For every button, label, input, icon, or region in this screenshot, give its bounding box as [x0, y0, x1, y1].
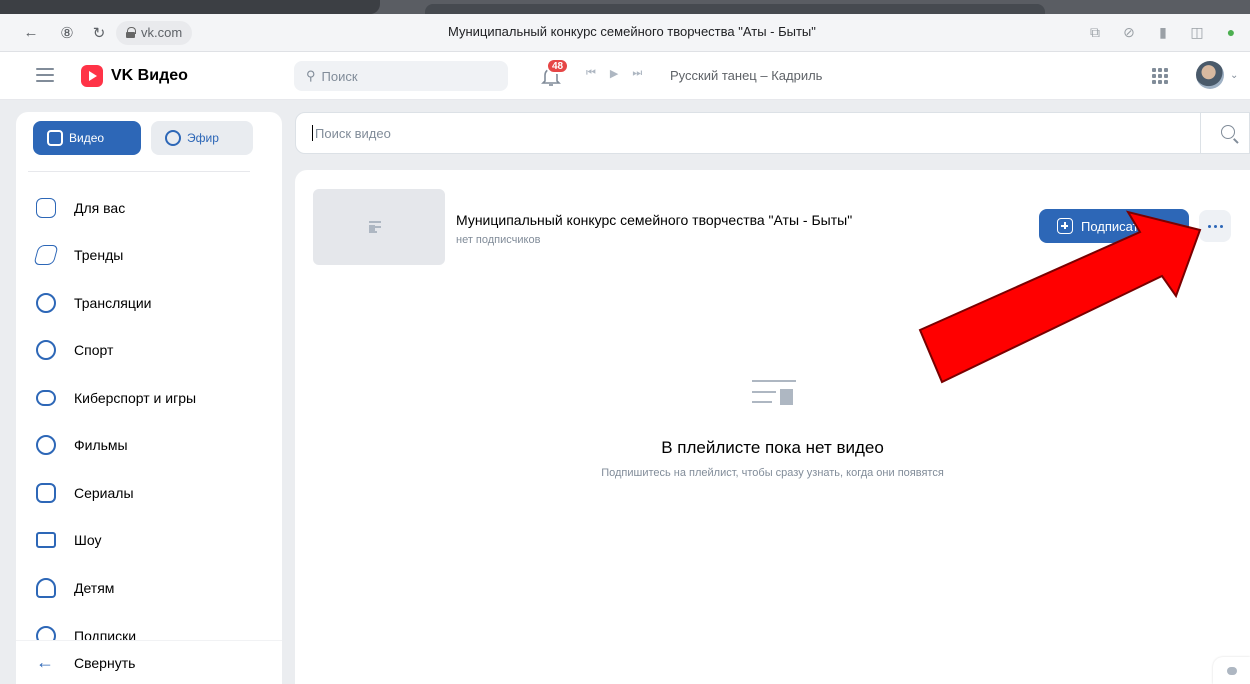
sidebar-item-kids[interactable]: Детям: [16, 564, 282, 612]
sidebar-item-esports[interactable]: Киберспорт и игры: [16, 374, 282, 422]
sidebar-item-label: Фильмы: [74, 437, 128, 454]
bookmark-icon[interactable]: ▮: [1152, 21, 1174, 43]
browser-shield-icon[interactable]: ⑧: [56, 22, 78, 44]
sidebar-item-subscriptions[interactable]: Подписки: [16, 612, 282, 640]
sidebar-item-label: Спорт: [74, 342, 114, 359]
avatar[interactable]: [1196, 61, 1224, 89]
play-icon[interactable]: ▶: [610, 67, 618, 80]
extension-icon[interactable]: ⧉: [1084, 21, 1106, 43]
tv-icon: [36, 532, 56, 549]
section-switcher: Видео Эфир: [33, 121, 253, 155]
audio-player-controls: ⏮ ▶ ⏭: [586, 67, 642, 80]
address-bar[interactable]: vk.com: [116, 20, 193, 45]
chat-icon[interactable]: [1213, 657, 1250, 684]
search-divider: [1200, 113, 1201, 153]
menu-icon[interactable]: [36, 68, 54, 82]
sidebar-item-label: Детям: [74, 579, 115, 596]
notification-badge: 48: [546, 58, 570, 74]
segment-video[interactable]: Видео: [33, 121, 141, 155]
live-icon: [165, 130, 181, 146]
window-top-strip: [0, 0, 1250, 14]
empty-state-title: В плейлисте пока нет видео: [661, 438, 884, 457]
video-icon: [47, 130, 63, 146]
logo-text: VK Видео: [111, 67, 188, 84]
sidebar-item-broadcasts[interactable]: Трансляции: [16, 279, 282, 327]
sidebar-divider: [28, 171, 250, 172]
sidebar: Видео Эфир Для вас Тренды Трансляции Спо…: [16, 112, 282, 684]
browser-tab[interactable]: [0, 0, 380, 14]
sidebar-item-sport[interactable]: Спорт: [16, 327, 282, 375]
reload-icon[interactable]: ↻: [88, 22, 110, 44]
next-track-icon[interactable]: ⏭: [632, 67, 642, 80]
segment-live[interactable]: Эфир: [151, 121, 253, 155]
sidebar-item-label: Шоу: [74, 532, 102, 549]
playlist-thumbnail[interactable]: [313, 189, 445, 265]
previous-track-icon[interactable]: ⏮: [586, 67, 596, 80]
search-icon: ⚲: [306, 68, 316, 83]
url-text: vk.com: [141, 25, 183, 40]
sidebar-item-label: Киберспорт и игры: [74, 389, 197, 406]
lightning-icon: [33, 245, 59, 266]
broadcast-icon: [36, 292, 56, 313]
extension-badge-icon[interactable]: ●: [1220, 21, 1242, 43]
sidebar-item-movies[interactable]: Фильмы: [16, 422, 282, 470]
empty-playlist-icon: [752, 380, 796, 412]
now-playing-track[interactable]: Русский танец – Кадриль: [670, 68, 822, 83]
segment-video-label: Видео: [69, 131, 105, 145]
sidebar-nav: Для вас Тренды Трансляции Спорт Киберспо…: [16, 184, 282, 612]
search-icon[interactable]: [1221, 125, 1235, 139]
browser-tab-active[interactable]: [425, 4, 1045, 14]
empty-state-subtitle: Подпишитесь на плейлист, чтобы сразу узн…: [601, 467, 944, 479]
subscriber-count: нет подписчиков: [456, 234, 541, 246]
chevron-down-icon[interactable]: ⌄: [1230, 70, 1238, 81]
sidebar-item-series[interactable]: Сериалы: [16, 469, 282, 517]
arrow-left-icon: ←: [36, 652, 54, 672]
sidebar-item-label: Подписки: [74, 627, 137, 640]
video-search-input[interactable]: Поиск видео: [295, 112, 1250, 154]
thumbs-up-icon: [36, 197, 56, 218]
browser-toolbar: ← ⑧ ↻ vk.com Муниципальный конкурс семей…: [0, 14, 1250, 52]
sidebar-item-shows[interactable]: Шоу: [16, 517, 282, 565]
text-cursor: [312, 125, 313, 141]
collapse-label: Свернуть: [74, 654, 136, 671]
header-search-placeholder: Поиск: [321, 68, 358, 84]
sidebar-item-label: Тренды: [74, 247, 124, 264]
gamepad-icon: [36, 389, 56, 406]
sidebar-item-for-you[interactable]: Для вас: [16, 184, 282, 232]
collapse-sidebar-button[interactable]: ← Свернуть: [16, 640, 282, 684]
back-icon[interactable]: ←: [20, 22, 42, 44]
video-search-placeholder: Поиск видео: [315, 125, 391, 141]
playlist-title: Муниципальный конкурс семейного творчест…: [456, 212, 853, 228]
page-title: Муниципальный конкурс семейного творчест…: [448, 24, 816, 39]
apps-grid-icon[interactable]: [1152, 68, 1168, 84]
film-reel-icon: [36, 435, 56, 456]
sidebar-item-trends[interactable]: Тренды: [16, 232, 282, 280]
sidebar-item-label: Сериалы: [74, 484, 134, 501]
red-arrow-annotation: [918, 210, 1202, 384]
sidebar-item-label: Для вас: [74, 199, 126, 216]
ball-icon: [36, 340, 56, 361]
series-icon: [36, 482, 56, 503]
sidebar-item-label: Трансляции: [74, 294, 152, 311]
site-header: VK Видео ⚲ Поиск 48 ⏮ ▶ ⏭ Русский танец …: [0, 52, 1250, 100]
translate-icon[interactable]: ⊘: [1118, 21, 1140, 43]
kids-icon: [36, 577, 56, 598]
lock-icon: [126, 27, 136, 38]
vk-video-logo-icon: [81, 65, 103, 87]
header-search-input[interactable]: ⚲ Поиск: [294, 61, 508, 91]
profile-icon[interactable]: ◫: [1186, 21, 1208, 43]
playlist-icon: [369, 220, 389, 234]
logo[interactable]: VK Видео: [81, 65, 188, 87]
segment-live-label: Эфир: [187, 131, 219, 145]
subscriptions-icon: [36, 625, 56, 640]
